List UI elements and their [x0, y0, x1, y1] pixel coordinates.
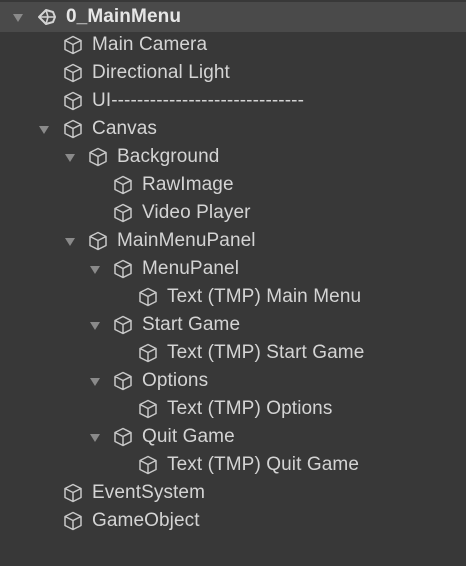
item-label: Options [142, 370, 209, 391]
hierarchy-item-menupanel[interactable]: MenuPanel [0, 255, 466, 283]
hierarchy-item-directional-light[interactable]: Directional Light [0, 59, 466, 87]
item-label: Main Camera [92, 34, 208, 55]
gameobject-cube-icon [64, 119, 82, 139]
hierarchy-item-text-options[interactable]: Text (TMP) Options [0, 395, 466, 423]
gameobject-cube-icon [64, 63, 82, 83]
item-label: Text (TMP) Start Game [167, 342, 365, 363]
expand-arrow-icon[interactable] [90, 378, 100, 386]
item-label: GameObject [92, 510, 200, 531]
item-label: UI------------------------------ [92, 90, 305, 111]
hierarchy-item-video-player[interactable]: Video Player [0, 199, 466, 227]
hierarchy-item-text-start-game[interactable]: Text (TMP) Start Game [0, 339, 466, 367]
expand-arrow-icon[interactable] [13, 14, 23, 22]
item-label: Text (TMP) Options [167, 398, 333, 419]
hierarchy-panel: 0_MainMenu Main Camera Directional Light… [0, 0, 466, 566]
hierarchy-item-eventsystem[interactable]: EventSystem [0, 479, 466, 507]
gameobject-cube-icon [114, 315, 132, 335]
gameobject-cube-icon [114, 371, 132, 391]
gameobject-cube-icon [139, 287, 157, 307]
expand-arrow-icon[interactable] [90, 322, 100, 330]
gameobject-cube-icon [114, 175, 132, 195]
item-label: RawImage [142, 174, 234, 195]
gameobject-cube-icon [139, 343, 157, 363]
hierarchy-item-rawimage[interactable]: RawImage [0, 171, 466, 199]
gameobject-cube-icon [64, 483, 82, 503]
hierarchy-item-canvas[interactable]: Canvas [0, 115, 466, 143]
item-label: Quit Game [142, 426, 235, 447]
item-label: Background [117, 146, 220, 167]
expand-arrow-icon[interactable] [90, 434, 100, 442]
scene-name: 0_MainMenu [66, 6, 182, 27]
unity-scene-icon [38, 9, 56, 25]
expand-arrow-icon[interactable] [39, 126, 49, 134]
scene-row[interactable]: 0_MainMenu [0, 2, 466, 32]
gameobject-cube-icon [64, 511, 82, 531]
gameobject-cube-icon [64, 35, 82, 55]
item-label: MainMenuPanel [117, 230, 256, 251]
item-label: Canvas [92, 118, 158, 139]
gameobject-cube-icon [139, 455, 157, 475]
hierarchy-item-quit-game[interactable]: Quit Game [0, 423, 466, 451]
hierarchy-item-options[interactable]: Options [0, 367, 466, 395]
gameobject-cube-icon [89, 147, 107, 167]
gameobject-cube-icon [89, 231, 107, 251]
gameobject-cube-icon [64, 91, 82, 111]
gameobject-cube-icon [114, 203, 132, 223]
expand-arrow-icon[interactable] [90, 266, 100, 274]
hierarchy-item-text-main-menu[interactable]: Text (TMP) Main Menu [0, 283, 466, 311]
gameobject-cube-icon [114, 427, 132, 447]
item-label: Video Player [142, 202, 251, 223]
hierarchy-item-mainmenupanel[interactable]: MainMenuPanel [0, 227, 466, 255]
hierarchy-item-background[interactable]: Background [0, 143, 466, 171]
hierarchy-item-gameobject[interactable]: GameObject [0, 507, 466, 535]
gameobject-cube-icon [114, 259, 132, 279]
item-label: Directional Light [92, 62, 230, 83]
gameobject-cube-icon [139, 399, 157, 419]
expand-arrow-icon[interactable] [65, 238, 75, 246]
item-label: MenuPanel [142, 258, 240, 279]
hierarchy-item-ui-separator[interactable]: UI------------------------------ [0, 87, 466, 115]
item-label: Text (TMP) Main Menu [167, 286, 362, 307]
hierarchy-item-start-game[interactable]: Start Game [0, 311, 466, 339]
item-label: Start Game [142, 314, 241, 335]
expand-arrow-icon[interactable] [65, 154, 75, 162]
hierarchy-item-text-quit-game[interactable]: Text (TMP) Quit Game [0, 451, 466, 479]
item-label: Text (TMP) Quit Game [167, 454, 360, 475]
item-label: EventSystem [92, 482, 206, 503]
hierarchy-item-main-camera[interactable]: Main Camera [0, 31, 466, 59]
